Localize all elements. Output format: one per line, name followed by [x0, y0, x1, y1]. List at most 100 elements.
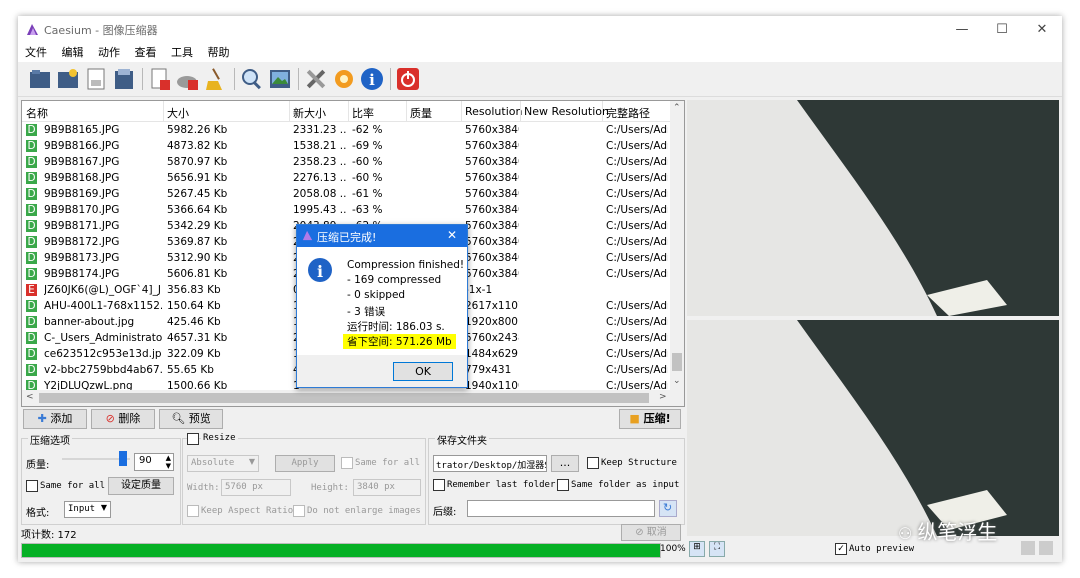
table-row[interactable]: D 9B9B8167.JPG 5870.97 Kb 2358.23 ... -60 % 5… — [22, 154, 670, 170]
menu-help[interactable]: 帮助 — [208, 44, 230, 62]
compress-button[interactable]: ■ 压缩! — [619, 409, 681, 429]
menu-view[interactable]: 查看 — [135, 44, 157, 62]
cell-name: 9B9B8171.JPG — [44, 220, 120, 232]
quality-spinbox[interactable]: 90 ▲ ▼ — [134, 453, 174, 471]
output-path-field[interactable]: trator/Desktop/加湿器S — [433, 455, 547, 472]
maximize-button[interactable]: ☐ — [982, 16, 1022, 44]
quality-slider[interactable] — [62, 451, 130, 466]
spin-arrows-icon[interactable]: ▲ ▼ — [166, 454, 171, 470]
browse-button[interactable]: ... — [551, 455, 579, 472]
zoom-out-icon[interactable] — [1021, 541, 1035, 555]
toolbar-separator — [142, 68, 143, 90]
no-enlarge-label: Do not enlarge images — [307, 506, 421, 516]
cell-res: 5760x3840 — [465, 156, 519, 168]
minimize-button[interactable]: — — [942, 16, 982, 44]
auto-preview-checkbox[interactable]: ✓ — [835, 543, 847, 555]
col-full-path[interactable]: 完整路径 — [606, 105, 650, 121]
table-row[interactable]: D 9B9B8165.JPG 5982.26 Kb 2331.23 ... -62 % 5… — [22, 122, 670, 138]
star-settings-icon[interactable] — [332, 67, 356, 91]
scroll-right-icon[interactable]: > — [659, 392, 667, 402]
compression-options-group: 压缩选项 质量: 90 ▲ ▼ Same for all 设定质量 格式: Inp… — [21, 432, 181, 525]
menu-file[interactable]: 文件 — [25, 44, 47, 62]
preview-photo-compressed — [687, 320, 1059, 536]
file-done-icon: D — [26, 332, 37, 344]
save-icon[interactable] — [84, 67, 108, 91]
col-name[interactable]: 名称 — [26, 105, 48, 121]
dialog-close-icon[interactable]: ✕ — [447, 228, 457, 242]
keep-structure-label: Keep Structure — [601, 458, 677, 468]
format-select[interactable]: Input ▼ — [64, 501, 111, 518]
dialog-ok-button[interactable]: OK — [393, 362, 453, 381]
scroll-thumb[interactable] — [672, 353, 682, 371]
save-all-icon[interactable] — [112, 67, 136, 91]
table-row[interactable]: D 9B9B8168.JPG 5656.91 Kb 2276.13 ... -60 % 5… — [22, 170, 670, 186]
no-enlarge-checkbox[interactable] — [293, 505, 305, 517]
keep-aspect-checkbox[interactable] — [187, 505, 199, 517]
col-resolution[interactable]: Resolution — [465, 105, 522, 118]
open-folder-icon[interactable] — [28, 67, 52, 91]
keep-structure-checkbox[interactable] — [587, 457, 599, 469]
refresh-icon[interactable]: ↻ — [659, 500, 677, 517]
resize-same-for-all-checkbox[interactable] — [341, 457, 353, 469]
scroll-up-icon[interactable]: ⌃ — [673, 103, 681, 113]
compression-group-title: 压缩选项 — [28, 432, 72, 447]
dialog-line-compressed: - 169 compressed — [347, 274, 442, 286]
wechat-icon: ⚇ — [898, 524, 918, 543]
apply-button[interactable]: Apply — [275, 455, 335, 472]
settings-tools-icon[interactable] — [304, 67, 328, 91]
table-row[interactable]: D 9B9B8166.JPG 4873.82 Kb 1538.21 ... -69 % 5… — [22, 138, 670, 154]
menu-tools[interactable]: 工具 — [171, 44, 193, 62]
remove-button[interactable]: ⊘ 删除 — [91, 409, 155, 429]
close-button[interactable]: ✕ — [1022, 16, 1062, 44]
list-horizontal-scrollbar[interactable]: < > — [22, 390, 684, 406]
file-done-icon: D — [26, 252, 37, 264]
table-row[interactable]: D 9B9B8169.JPG 5267.45 Kb 2058.08 ... -61 % 5… — [22, 186, 670, 202]
remove-item-icon[interactable] — [148, 67, 172, 91]
same-folder-checkbox[interactable] — [557, 479, 569, 491]
add-folder-icon[interactable] — [56, 67, 80, 91]
preview-toolbar: ⊞ ⛶ ✓ Auto preview — [687, 540, 1059, 558]
quality-slider-thumb[interactable] — [119, 451, 128, 466]
remember-folder-checkbox[interactable] — [433, 479, 445, 491]
menu-action[interactable]: 动作 — [98, 44, 120, 62]
cell-size: 5267.45 Kb — [167, 188, 228, 200]
col-new-size[interactable]: 新大小 — [293, 105, 326, 121]
add-button[interactable]: ✚ 添加 — [23, 409, 87, 429]
info-icon[interactable]: i — [360, 67, 384, 91]
dialog-body: i Compression finished! - 169 compressed… — [297, 247, 467, 355]
preview-button[interactable]: 🔍︎ 预览 — [159, 409, 223, 429]
power-icon[interactable] — [396, 67, 420, 91]
suffix-field[interactable] — [467, 500, 655, 517]
clear-list-icon[interactable] — [176, 67, 200, 91]
zoom-in-icon[interactable] — [1039, 541, 1053, 555]
scroll-left-icon[interactable]: < — [26, 392, 34, 402]
width-field[interactable]: 5760 px — [221, 479, 291, 496]
cell-new-size: 1538.21 ... — [293, 140, 347, 152]
table-row[interactable]: D 9B9B8170.JPG 5366.64 Kb 1995.43 ... -63 % 5… — [22, 202, 670, 218]
resize-mode-select[interactable]: Absolute ▼ — [187, 455, 259, 472]
scroll-down-icon[interactable]: ⌄ — [673, 376, 681, 386]
col-new-resolution[interactable]: New Resolution — [524, 105, 609, 118]
dialog-line-runtime: 运行时间: 186.03 s. — [347, 321, 445, 333]
h-scroll-thumb[interactable] — [39, 393, 649, 403]
height-field[interactable]: 3840 px — [353, 479, 421, 496]
cancel-button[interactable]: ⊘ 取消 — [621, 524, 681, 541]
resize-checkbox[interactable] — [187, 433, 199, 445]
col-ratio[interactable]: 比率 — [352, 105, 374, 121]
format-label: 格式: — [26, 508, 50, 519]
menu-edit[interactable]: 编辑 — [62, 44, 84, 62]
fullscreen-icon[interactable]: ⛶ — [709, 541, 725, 557]
fit-icon[interactable]: ⊞ — [689, 541, 705, 557]
col-quality[interactable]: 质量 — [410, 105, 432, 121]
list-vertical-scrollbar[interactable]: ⌃ ⌄ — [670, 101, 684, 390]
same-for-all-checkbox[interactable] — [26, 480, 38, 492]
clean-brush-icon[interactable] — [204, 67, 228, 91]
preview-image-icon[interactable] — [268, 67, 292, 91]
col-size[interactable]: 大小 — [167, 105, 189, 121]
set-quality-button[interactable]: 设定质量 — [108, 477, 174, 495]
resize-title: Resize — [201, 433, 238, 443]
search-icon[interactable] — [240, 67, 264, 91]
dialog-title-bar: 压缩已完成! ✕ — [297, 225, 467, 247]
cell-size: 5982.26 Kb — [167, 124, 228, 136]
cell-ratio: -60 % — [352, 156, 383, 168]
